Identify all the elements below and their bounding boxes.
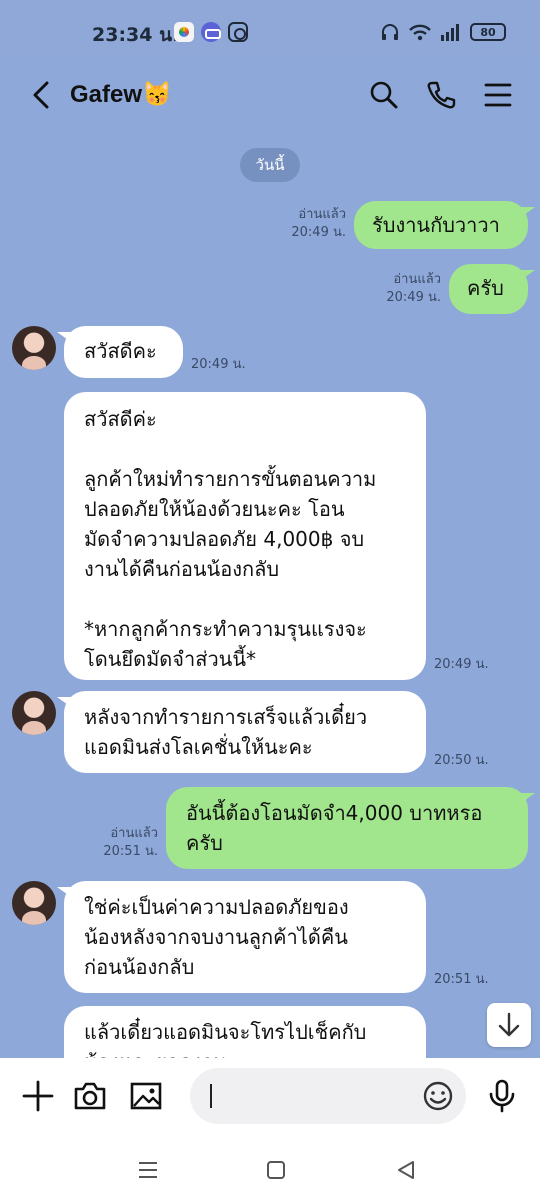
chat-header: Gafew😽 xyxy=(0,56,540,136)
chevron-left-icon xyxy=(33,81,49,109)
outgoing-message[interactable]: อันนี้ต้องโอนมัดจำ4,000 บาทหรอ ครับ xyxy=(166,787,535,869)
call-button[interactable] xyxy=(424,78,458,112)
status-time: 23:34 น. xyxy=(92,24,180,46)
message-time: 20:49 น. xyxy=(434,657,489,672)
message-time: 20:49 น. xyxy=(191,357,246,372)
avatar[interactable] xyxy=(12,326,56,370)
recents-button[interactable] xyxy=(134,1156,162,1184)
status-indicators: 80 xyxy=(380,22,506,42)
incoming-message[interactable]: ใช่ค่ะเป็นค่าความปลอดภัยของ น้องหลังจากจ… xyxy=(57,881,426,993)
date-divider: วันนี้ xyxy=(240,148,300,182)
menu-button[interactable] xyxy=(481,78,515,112)
hamburger-menu-icon xyxy=(484,83,512,107)
instagram-icon xyxy=(228,22,248,42)
message-meta: อ่านแล้ว 20:49 น. xyxy=(386,271,441,307)
read-receipt: อ่านแล้ว xyxy=(393,272,441,287)
emoji-icon[interactable] xyxy=(422,1080,454,1112)
link-app-icon xyxy=(201,22,221,42)
menu-lines-icon xyxy=(139,1162,157,1178)
search-icon xyxy=(370,81,398,109)
image-icon xyxy=(130,1082,162,1110)
photos-app-icon xyxy=(174,22,194,42)
battery-indicator: 80 xyxy=(470,23,506,41)
home-button[interactable] xyxy=(262,1156,290,1184)
voice-button[interactable] xyxy=(484,1078,520,1114)
system-nav-bar xyxy=(0,1140,540,1200)
plus-icon xyxy=(22,1080,54,1112)
camera-icon xyxy=(74,1082,106,1110)
outgoing-message[interactable]: ครับ xyxy=(449,264,535,314)
camera-button[interactable] xyxy=(72,1078,108,1114)
phone-icon xyxy=(427,81,456,109)
signal-icon xyxy=(441,24,459,41)
square-icon xyxy=(267,1161,285,1179)
triangle-back-icon xyxy=(398,1161,414,1179)
incoming-message[interactable]: สวัสดีคะ xyxy=(57,326,183,378)
message-time: 20:51 น. xyxy=(103,844,158,859)
message-time: 20:49 น. xyxy=(291,225,346,240)
arrow-down-icon xyxy=(498,1012,520,1037)
status-bar: 23:34 น. 80 xyxy=(0,0,540,56)
back-button[interactable] xyxy=(24,78,58,112)
scroll-to-bottom-button[interactable] xyxy=(487,1003,531,1047)
message-time: 20:51 น. xyxy=(434,972,489,987)
read-receipt: อ่านแล้ว xyxy=(110,826,158,841)
incoming-message[interactable]: สวัสดีค่ะ ลูกค้าใหม่ทำรายการขั้นตอนความ … xyxy=(64,392,426,680)
search-button[interactable] xyxy=(367,78,401,112)
avatar[interactable] xyxy=(12,691,56,735)
chat-title: Gafew😽 xyxy=(70,81,172,108)
message-meta: อ่านแล้ว 20:49 น. xyxy=(291,206,346,242)
microphone-icon xyxy=(489,1079,515,1113)
back-nav-button[interactable] xyxy=(392,1156,420,1184)
outgoing-message[interactable]: รับงานกับวาวา xyxy=(354,201,535,249)
message-time: 20:50 น. xyxy=(434,753,489,768)
message-meta: อ่านแล้ว 20:51 น. xyxy=(103,825,158,861)
message-time: 20:49 น. xyxy=(386,290,441,305)
gallery-button[interactable] xyxy=(128,1078,164,1114)
incoming-message[interactable]: หลังจากทำรายการเสร็จแล้วเดี๋ยว แอดมินส่ง… xyxy=(57,691,426,773)
wifi-icon xyxy=(409,24,431,41)
text-caret xyxy=(210,1084,212,1108)
message-input-bar xyxy=(0,1058,540,1140)
read-receipt: อ่านแล้ว xyxy=(298,207,346,222)
avatar[interactable] xyxy=(12,881,56,925)
headphones-icon xyxy=(382,24,398,40)
add-button[interactable] xyxy=(20,1078,56,1114)
